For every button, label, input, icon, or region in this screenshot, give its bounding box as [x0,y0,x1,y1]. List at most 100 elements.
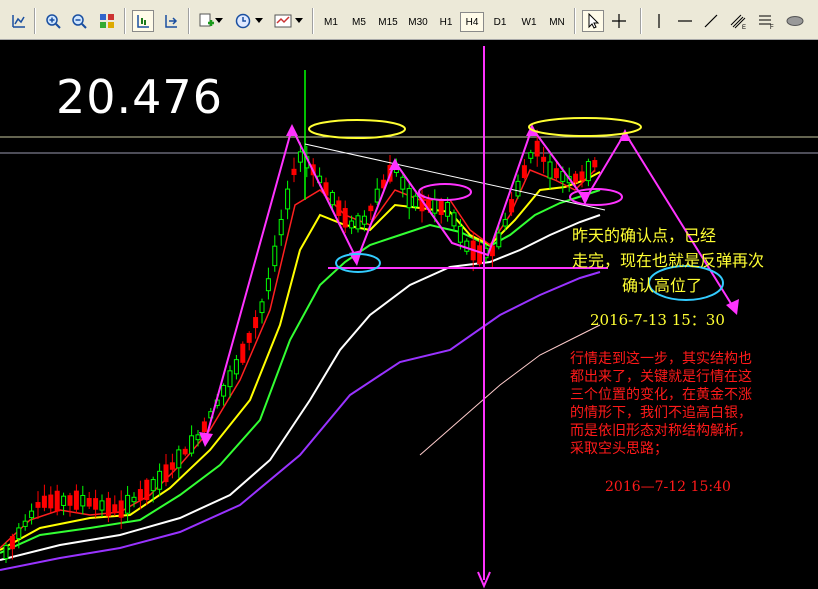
arrowhead-peak2 [389,158,401,170]
candle-body [176,449,182,469]
candle-body [355,215,361,230]
timeframe-h4[interactable]: H4 [460,12,484,32]
timeframe-m15[interactable]: M15 [374,12,402,32]
top-ellipse-right [528,117,642,137]
red-note-line2: 都出来了，关键就是行情在这 [570,369,752,385]
candle-body [99,500,105,511]
middle-ellipse [418,183,472,201]
candle-body [240,343,246,363]
candle-body [297,151,303,163]
candle-body [93,498,99,510]
candle-body [464,240,470,252]
templates-icon[interactable] [272,10,294,32]
candle-body [144,479,150,501]
timeframe-h1[interactable]: H1 [434,12,458,32]
candle-body [105,497,111,517]
chart-properties-icon[interactable] [8,10,30,32]
candle-body [457,225,463,243]
candle-body [259,301,265,314]
candle-body [547,161,553,179]
vertical-line-icon[interactable] [648,10,670,32]
current-price-label: 20.476 [56,70,223,124]
timeframe-m1[interactable]: M1 [318,12,344,32]
arrowhead-peak4 [619,129,631,141]
chart-shift-icon[interactable] [132,10,154,32]
candle-body [157,470,163,490]
candle-body [3,545,9,560]
svg-text:F: F [770,25,774,29]
candle-body [509,199,515,213]
candle-body [233,359,239,375]
candle-body [16,527,22,539]
horizontal-line-icon[interactable] [674,10,696,32]
red-note-line3: 三个位置的变化，在黄金不涨 [570,387,752,403]
candle-body [125,494,131,514]
periods-clock-icon[interactable] [232,10,254,32]
timeframe-mn[interactable]: MN [544,12,570,32]
trendline-icon[interactable] [700,10,722,32]
candle-body [131,496,137,503]
candle-body [413,195,419,208]
candle-body [496,232,502,248]
candle-body [579,171,585,181]
candle-body [150,479,156,492]
candle-body [528,152,534,159]
candle-body [502,219,508,227]
candle-body [137,489,143,501]
moving-average-white [0,214,601,561]
price-chart[interactable]: 20.476 昨天的确认点，已经 走完，现在也就是反弹再次 确认高位了 2016… [0,40,818,589]
candle-body [182,448,188,455]
candle-body [35,502,41,508]
red-note-line5: 而是依旧形态对称结构解析， [570,423,752,439]
candle-body [80,494,86,507]
autoscroll-icon[interactable] [160,10,182,32]
chart-toolbar: M1 M5 M15 M30 H1 H4 D1 W1 MN E F [0,0,818,45]
yellow-note-timestamp: 2016-7-13 15：30 [590,311,725,329]
red-note-timestamp: 2016—7-12 15:40 [605,479,731,495]
timeframe-m30[interactable]: M30 [404,12,432,32]
candle-body [221,384,227,397]
equidistant-channel-icon[interactable]: E [728,10,750,32]
red-note-line1: 行情走到这一步，其实结构也 [570,351,752,367]
periods-dropdown-icon[interactable] [254,10,264,32]
red-note-line4: 的情形下，我们不追高白银， [570,405,752,421]
candle-body [29,510,35,519]
candle-body [41,495,47,508]
moving-average-red [0,169,596,549]
candle-body [592,160,598,168]
candle-body [585,161,591,182]
zoom-in-icon[interactable] [42,10,64,32]
templates-dropdown-icon[interactable] [294,10,304,32]
cursor-icon[interactable] [582,10,604,32]
shapes-icon[interactable] [784,10,806,32]
candle-body [189,435,195,454]
fibonacci-icon[interactable]: F [756,10,778,32]
candle-body [573,173,579,183]
moving-average-purple [0,271,601,571]
candle-body [265,278,271,292]
candle-body [169,462,175,470]
candle-body [329,191,335,206]
candle-body [61,495,67,506]
candle-body [400,176,406,190]
crosshair-icon[interactable] [608,10,630,32]
timeframe-d1[interactable]: D1 [488,12,512,32]
candle-body [553,168,559,179]
candle-body [253,317,259,329]
tile-windows-icon[interactable] [96,10,118,32]
candle-body [438,200,444,215]
candle-body [368,205,374,212]
svg-text:E: E [742,25,746,29]
candle-body [477,245,483,265]
candle-body [291,168,297,176]
candle-body [361,215,367,225]
timeframe-w1[interactable]: W1 [516,12,542,32]
candle-body [163,464,169,483]
candle-body [227,370,233,388]
candle-body [541,156,547,162]
timeframe-m5[interactable]: M5 [346,12,372,32]
candle-body [54,490,60,512]
candle-body [432,198,438,214]
indicators-dropdown-icon[interactable] [214,10,224,32]
zoom-out-icon[interactable] [68,10,90,32]
